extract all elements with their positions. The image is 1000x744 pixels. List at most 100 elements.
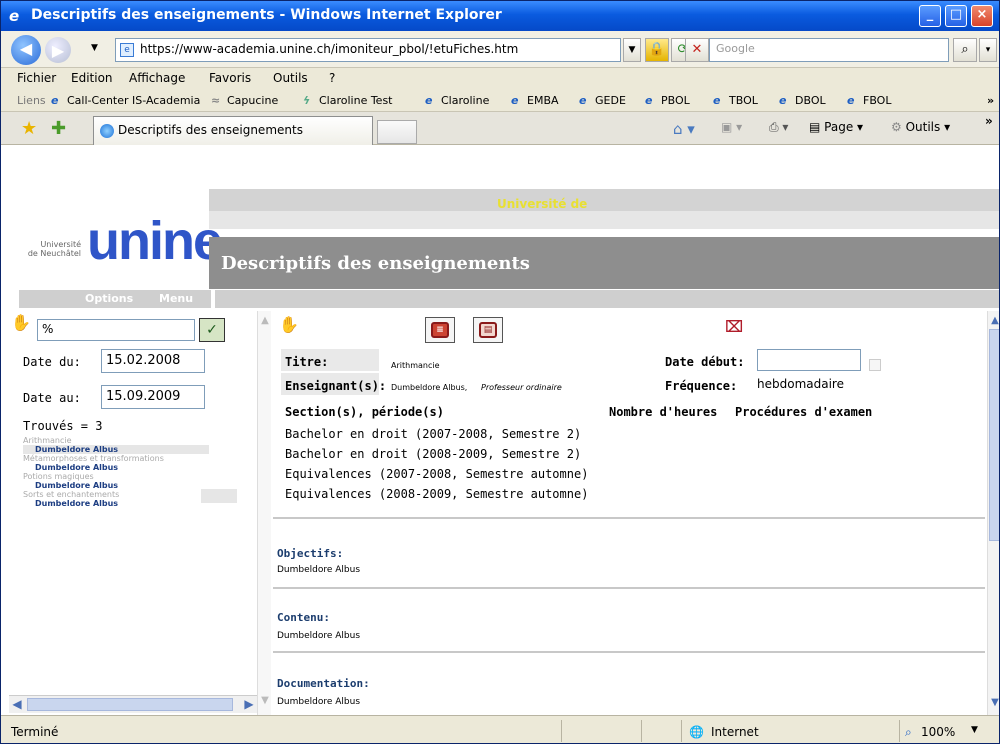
result-name[interactable]: Dumbeldore Albus [23, 499, 209, 508]
titre-label: Titre: [285, 355, 329, 369]
divider-line [273, 651, 985, 653]
search-icon[interactable]: ⌕ [953, 38, 977, 62]
zoom-dropdown-icon[interactable]: ▼ [971, 725, 978, 735]
menu-favoris[interactable]: Favoris [209, 71, 251, 85]
menu-affichage[interactable]: Affichage [129, 71, 185, 85]
export-pdf-button[interactable]: ▤ [473, 317, 503, 343]
result-item[interactable]: Arithmancie Dumbeldore Albus [23, 437, 209, 454]
page-icon: e [120, 43, 134, 57]
date-to-label: Date au: [23, 391, 81, 405]
link-icon: ≈ [211, 94, 221, 107]
gear-icon: ⚙ [891, 120, 906, 134]
url-dropdown-icon[interactable]: ▼ [623, 38, 641, 62]
contenu-label: Contenu: [277, 611, 330, 624]
result-name[interactable]: Dumbeldore Albus [23, 463, 209, 472]
home-icon[interactable]: ⌂ ▾ [673, 120, 695, 138]
zoom-level[interactable]: 100% [921, 725, 955, 739]
documentation-label: Documentation: [277, 677, 370, 690]
link-capucine[interactable]: ≈ Capucine [211, 94, 278, 107]
forward-button[interactable]: ▶ [45, 37, 71, 63]
search-options-icon[interactable]: ▾ [979, 38, 997, 62]
page-menu[interactable]: ▤ Page ▾ [809, 120, 863, 134]
url-input[interactable]: e https://www-academia.unine.ch/imoniteu… [115, 38, 621, 62]
scroll-thumb[interactable] [27, 698, 233, 711]
left-horizontal-scrollbar[interactable]: ◀ ▶ [9, 695, 263, 713]
favorites-star-icon[interactable]: ★ [21, 118, 37, 139]
section-row: Equivalences (2007-2008, Semestre automn… [285, 467, 589, 481]
divider-line [273, 517, 985, 519]
stop-icon[interactable]: ✕ [685, 38, 709, 62]
close-button[interactable]: × [971, 5, 993, 27]
scroll-left-icon[interactable]: ◀ [9, 697, 25, 713]
scroll-thumb[interactable] [989, 329, 999, 541]
window-title: Descriptifs des enseignements - Windows … [31, 7, 502, 23]
tab-descriptifs[interactable]: Descriptifs des enseignements [93, 116, 373, 145]
ok-check-button[interactable]: ✓ [199, 318, 225, 342]
divider-down-icon[interactable]: ▼ [258, 695, 272, 706]
document-icon: ▤ [479, 322, 497, 338]
link-claroline[interactable]: e Claroline [425, 94, 489, 107]
back-button[interactable]: ◀ [11, 35, 41, 65]
feeds-icon[interactable]: ▣ ▾ [721, 120, 742, 134]
page-vertical-scrollbar[interactable]: ▲ ▼ [987, 311, 999, 715]
divider-up-icon[interactable]: ▲ [258, 315, 272, 326]
university-label: Université de [497, 197, 588, 211]
options-link[interactable]: Options [85, 292, 133, 305]
new-tab-button[interactable] [377, 120, 417, 144]
panel-divider[interactable]: ▲ ▼ [257, 311, 271, 715]
date-to-input[interactable]: 15.09.2009 [101, 385, 205, 409]
more-tools-icon[interactable]: » [985, 114, 993, 128]
date-debut-label: Date début: [665, 355, 745, 369]
ie-page-icon: e [779, 94, 787, 107]
menu-outils[interactable]: Outils [273, 71, 308, 85]
result-name[interactable]: Dumbeldore Albus [23, 445, 209, 454]
export-word-button[interactable]: ≡ [425, 317, 455, 343]
result-item[interactable]: Potions magiques Dumbeldore Albus [23, 473, 209, 491]
filter-input[interactable]: % [37, 319, 195, 341]
date-debut-input[interactable] [757, 349, 861, 371]
result-item[interactable]: Métamorphoses et transformations Dumbeld… [23, 455, 209, 473]
history-dropdown-icon[interactable]: ▼ [91, 43, 98, 53]
objectifs-value: Dumbeldore Albus [277, 565, 361, 575]
section-row: Equivalences (2008-2009, Semestre automn… [285, 487, 589, 501]
address-toolbar: ◀ ▶ ▼ e https://www-academia.unine.ch/im… [1, 31, 999, 68]
enseignant-label: Enseignant(s): [285, 379, 387, 393]
logo-big-text: unine [87, 211, 223, 271]
date-from-input[interactable]: 15.02.2008 [101, 349, 205, 373]
add-favorite-icon[interactable]: ✚ [51, 118, 66, 139]
more-links-icon[interactable]: » [987, 94, 994, 107]
link-pbol[interactable]: e PBOL [645, 94, 690, 107]
link-tbol[interactable]: e TBOL [713, 94, 758, 107]
status-text: Terminé [11, 725, 59, 739]
link-gede[interactable]: e GEDE [579, 94, 626, 107]
pdf-icon[interactable]: ⌧ [725, 317, 743, 336]
menu-help[interactable]: ? [329, 71, 335, 85]
zone-text: Internet [711, 725, 759, 739]
print-icon[interactable]: ⎙ ▾ [769, 120, 788, 135]
lock-icon[interactable]: 🔒 [645, 38, 669, 62]
maximize-button[interactable]: □ [945, 5, 967, 27]
link-dbol[interactable]: e DBOL [779, 94, 826, 107]
menu-fichier[interactable]: Fichier [17, 71, 56, 85]
link-call-center[interactable]: e Call-Center IS-Academia [51, 94, 200, 107]
result-name[interactable]: Dumbeldore Albus [23, 481, 209, 490]
scroll-up-icon[interactable]: ▲ [988, 315, 999, 326]
link-fbol[interactable]: e FBOL [847, 94, 891, 107]
col-examens: Procédures d'examen [735, 405, 873, 419]
section-row: Bachelor en droit (2007-2008, Semestre 2… [285, 427, 582, 441]
minimize-button[interactable]: _ [919, 5, 941, 27]
calendar-icon[interactable] [869, 359, 881, 371]
objectifs-label: Objectifs: [277, 547, 344, 560]
ie-page-icon: e [51, 94, 59, 107]
scroll-down-icon[interactable]: ▼ [988, 697, 999, 708]
link-claroline-test[interactable]: ϟ Claroline Test [303, 94, 393, 107]
search-input[interactable]: Google [709, 38, 949, 62]
menu-link[interactable]: Menu [159, 292, 193, 305]
result-item[interactable]: Sorts et enchantements Dumbeldore Albus [23, 491, 209, 509]
date-from-label: Date du: [23, 355, 81, 369]
enseignant-name: Dumbeldore Albus, [391, 383, 468, 392]
link-emba[interactable]: e EMBA [511, 94, 559, 107]
menu-edition[interactable]: Edition [71, 71, 113, 85]
tools-menu[interactable]: ⚙ Outils ▾ [891, 120, 950, 134]
scroll-right-icon[interactable]: ▶ [241, 697, 257, 713]
